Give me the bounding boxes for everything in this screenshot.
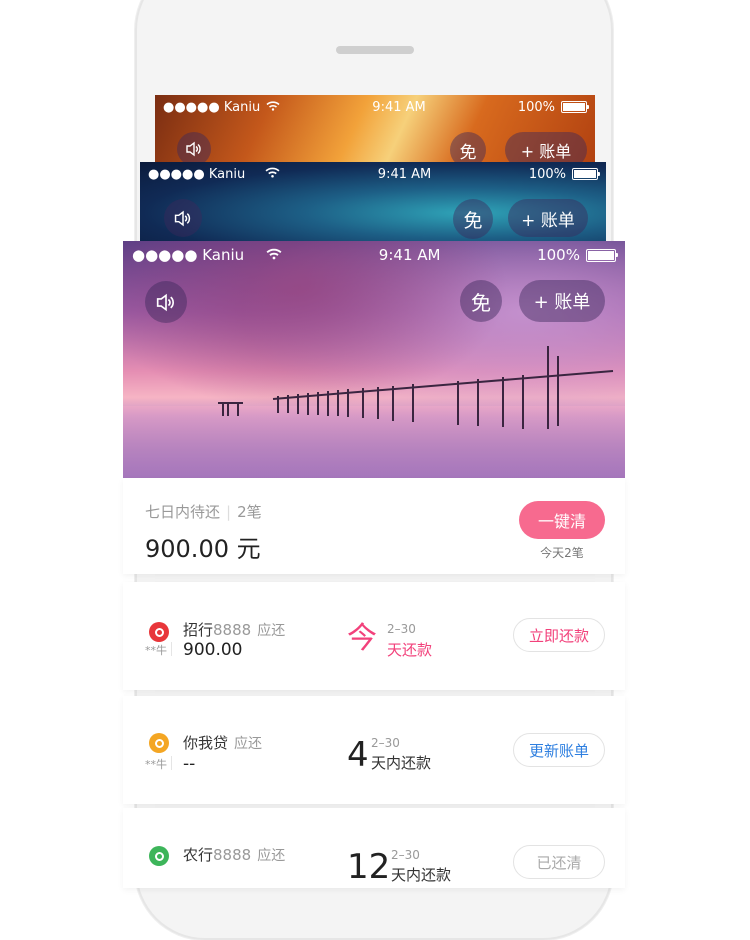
due-text: 天内还款	[391, 866, 452, 884]
card-background-sunset: ●●●●● Kaniu 9:41 AM 100% 免 + 账单	[123, 241, 625, 478]
loan-bank: 农行8888 应还	[183, 844, 285, 865]
battery-percent: 100%	[537, 246, 580, 264]
due-day: 今	[347, 621, 377, 656]
due-date: 2–30	[387, 622, 416, 636]
loan-row[interactable]: **牛 招行8888 应还 900.00 今 2–30 天还款 立即还款	[123, 582, 625, 690]
repay-now-button[interactable]: 立即还款	[513, 618, 605, 652]
due-day: 4	[347, 735, 369, 775]
add-bill-button[interactable]: + 账单	[508, 199, 588, 237]
status-bar: ●●●●● Kaniu 9:41 AM 100%	[155, 95, 595, 119]
loan-owner: **牛	[145, 644, 167, 657]
add-bill-button[interactable]: + 账单	[519, 280, 605, 322]
carrier-label: ●●●●● Kaniu	[163, 99, 261, 115]
clock-label: 9:41 AM	[372, 99, 426, 115]
clock-label: 9:41 AM	[377, 166, 432, 182]
free-button[interactable]: 免	[460, 280, 502, 322]
due-tag: 应还	[234, 736, 263, 752]
due-tag: 应还	[257, 848, 286, 864]
bank-logo-icon	[149, 622, 169, 642]
card-background-night: ●●●●● Kaniu 9:41 AM 100% 免 + 账单	[140, 162, 606, 247]
loan-amount: 900.00	[183, 640, 243, 660]
loan-owner: **牛	[145, 758, 167, 771]
loan-row[interactable]: **牛 你我贷 应还 -- 4 2–30 天内还款 更新账单	[123, 696, 625, 804]
bank-name: 你我贷	[183, 734, 229, 752]
speaker-icon[interactable]	[145, 281, 187, 323]
battery-icon	[585, 248, 618, 262]
battery-percent: 100%	[517, 99, 555, 115]
update-bill-button[interactable]: 更新账单	[513, 733, 605, 767]
clock-label: 9:41 AM	[378, 246, 441, 264]
card-number: 8888	[213, 621, 252, 639]
due-date: 2–30	[371, 736, 400, 750]
wifi-icon	[266, 246, 282, 264]
bank-name: 农行	[183, 846, 214, 864]
paid-off-button[interactable]: 已还清	[513, 845, 605, 879]
loan-row[interactable]: 农行8888 应还 12 2–30 天内还款 已还清	[123, 808, 625, 888]
status-bar: ●●●●● Kaniu 9:41 AM 100%	[123, 241, 625, 269]
loan-amount: --	[183, 754, 196, 774]
summary-today-count: 今天2笔	[540, 546, 584, 560]
battery-percent: 100%	[528, 166, 566, 182]
due-day: 12	[347, 847, 391, 887]
speaker-icon[interactable]	[164, 199, 202, 237]
divider	[171, 756, 172, 770]
phone-speaker	[336, 46, 414, 54]
summary-amount: 900.00 元	[145, 535, 261, 563]
bank-name: 招行	[183, 621, 214, 639]
pier-silhouette	[218, 346, 614, 429]
divider: |	[226, 503, 232, 521]
status-bar: ●●●●● Kaniu 9:41 AM 100%	[140, 162, 606, 186]
battery-icon	[572, 168, 600, 180]
loan-bank: 招行8888 应还	[183, 619, 285, 640]
battery-icon	[561, 101, 589, 113]
wifi-icon	[266, 100, 280, 115]
speaker-icon[interactable]	[177, 132, 211, 166]
summary-period: 七日内待还	[145, 503, 221, 521]
bank-logo-icon	[149, 846, 169, 866]
summary-label: 七日内待还 | 2笔	[145, 501, 262, 522]
bank-logo-icon	[149, 733, 169, 753]
free-button[interactable]: 免	[453, 199, 493, 239]
summary-count: 2笔	[237, 503, 262, 521]
carrier-label: ●●●●● Kaniu	[132, 246, 245, 264]
loan-bank: 你我贷 应还	[183, 732, 262, 753]
wifi-icon	[265, 167, 280, 182]
clear-all-button[interactable]: 一键清	[519, 501, 605, 539]
card-number: 8888	[213, 846, 252, 864]
summary-card: 七日内待还 | 2笔 900.00 元 一键清 今天2笔	[123, 478, 625, 574]
due-date: 2–30	[391, 848, 420, 862]
divider	[171, 642, 172, 656]
due-tag: 应还	[257, 623, 286, 639]
carrier-label: ●●●●● Kaniu	[148, 166, 246, 182]
due-text: 天内还款	[371, 754, 432, 772]
due-text: 天还款	[387, 641, 433, 659]
